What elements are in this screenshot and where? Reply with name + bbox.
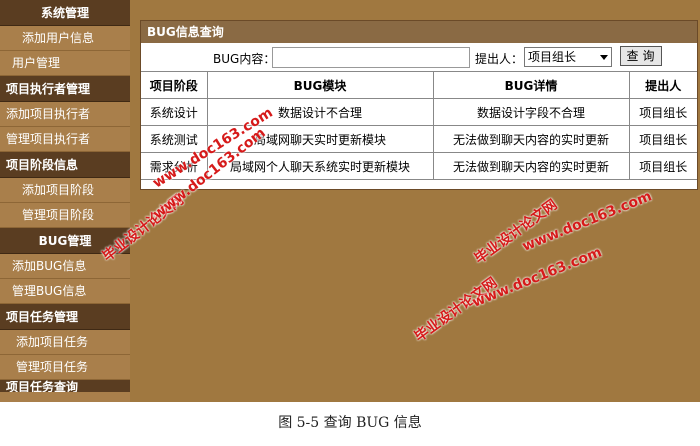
table-cell: 系统测试 — [141, 125, 208, 153]
sidebar-link[interactable]: 用户管理 — [0, 51, 130, 76]
table-cell: 无法做到聊天内容的实时更新 — [432, 152, 630, 180]
sidebar-link[interactable]: 管理项目任务 — [0, 355, 130, 380]
chevron-down-icon — [600, 55, 608, 60]
sidebar-section-header: 项目任务管理 — [0, 304, 130, 330]
table-cell: 局域网个人聊天系统实时更新模块 — [206, 152, 434, 180]
table-cell: 项目组长 — [628, 125, 697, 153]
sidebar-section-header: 系统管理 — [0, 0, 130, 26]
table-cell: 项目组长 — [628, 152, 697, 180]
app-screen: 系统管理 添加用户信息 用户管理 项目执行者管理 添加项目执行者 管理项目执行者 项目阶段信… — [0, 0, 700, 402]
bug-content-input[interactable] — [272, 47, 470, 68]
search-form: BUG内容： 提出人： 项目组长 查询 — [141, 43, 697, 72]
sidebar-section-header: 项目执行者管理 — [0, 76, 130, 102]
submitter-select[interactable]: 项目组长 — [524, 47, 612, 67]
watermark-text: www.doc163.com — [520, 188, 655, 255]
submitter-label: 提出人： — [475, 52, 524, 66]
sidebar-link[interactable]: 添加BUG信息 — [0, 254, 130, 279]
sidebar-link[interactable]: 添加项目阶段 — [0, 178, 130, 203]
table-row: 需求分析 局域网个人聊天系统实时更新模块 无法做到聊天内容的实时更新 项目组长 — [141, 152, 697, 180]
bug-table: 项目阶段 BUG模块 BUG详情 提出人 系统设计 数据设计不合理 数据设计字段不合理 项目… — [141, 72, 697, 180]
table-cell: 需求分析 — [141, 152, 208, 180]
column-header: 项目阶段 — [141, 72, 208, 99]
table-cell: 数据设计字段不合理 — [432, 98, 630, 126]
submitter-selected-value: 项目组长 — [528, 50, 577, 64]
sidebar-link[interactable]: 管理项目执行者 — [0, 127, 130, 152]
sidebar-nav: 系统管理 添加用户信息 用户管理 项目执行者管理 添加项目执行者 管理项目执行者 项目阶段信… — [0, 0, 130, 402]
figure-caption: 图 5-5 查询 BUG 信息 — [278, 415, 422, 431]
bug-content-label: BUG内容： — [213, 52, 276, 66]
table-row: 系统测试 局域网聊天实时更新模块 无法做到聊天内容的实时更新 项目组长 — [141, 125, 697, 153]
table-cell: 数据设计不合理 — [206, 98, 434, 126]
sidebar-section-header: 项目阶段信息 — [0, 152, 130, 178]
panel-title: BUG信息查询 — [141, 21, 697, 43]
watermark-text: 毕业设计论文网 — [411, 274, 501, 346]
watermark-text: 毕业设计论文网 — [471, 196, 561, 268]
sidebar-link[interactable]: 添加项目执行者 — [0, 102, 130, 127]
watermark-text: www.doc163.com — [470, 244, 605, 311]
table-header-row: 项目阶段 BUG模块 BUG详情 提出人 — [141, 72, 697, 99]
bug-query-panel: BUG信息查询 BUG内容： 提出人： 项目组长 查询 项目阶段 BUG模块 BUG… — [140, 20, 698, 190]
table-row: 系统设计 数据设计不合理 数据设计字段不合理 项目组长 — [141, 98, 697, 126]
sidebar-link[interactable]: 管理项目阶段 — [0, 203, 130, 228]
column-header: BUG详情 — [432, 72, 630, 99]
table-cell: 无法做到聊天内容的实时更新 — [432, 125, 630, 153]
sidebar-link[interactable]: 添加项目任务 — [0, 330, 130, 355]
table-cell: 系统设计 — [141, 98, 208, 126]
sidebar-link[interactable]: 添加用户信息 — [0, 26, 130, 51]
table-cell: 局域网聊天实时更新模块 — [206, 125, 434, 153]
column-header: 提出人 — [628, 72, 697, 99]
sidebar-link[interactable]: 管理BUG信息 — [0, 279, 130, 304]
sidebar-section-header: 项目任务查询 — [0, 380, 130, 392]
table-cell: 项目组长 — [628, 98, 697, 126]
sidebar-section-header: BUG管理 — [0, 228, 130, 254]
query-button[interactable]: 查询 — [620, 46, 662, 66]
column-header: BUG模块 — [206, 72, 434, 99]
